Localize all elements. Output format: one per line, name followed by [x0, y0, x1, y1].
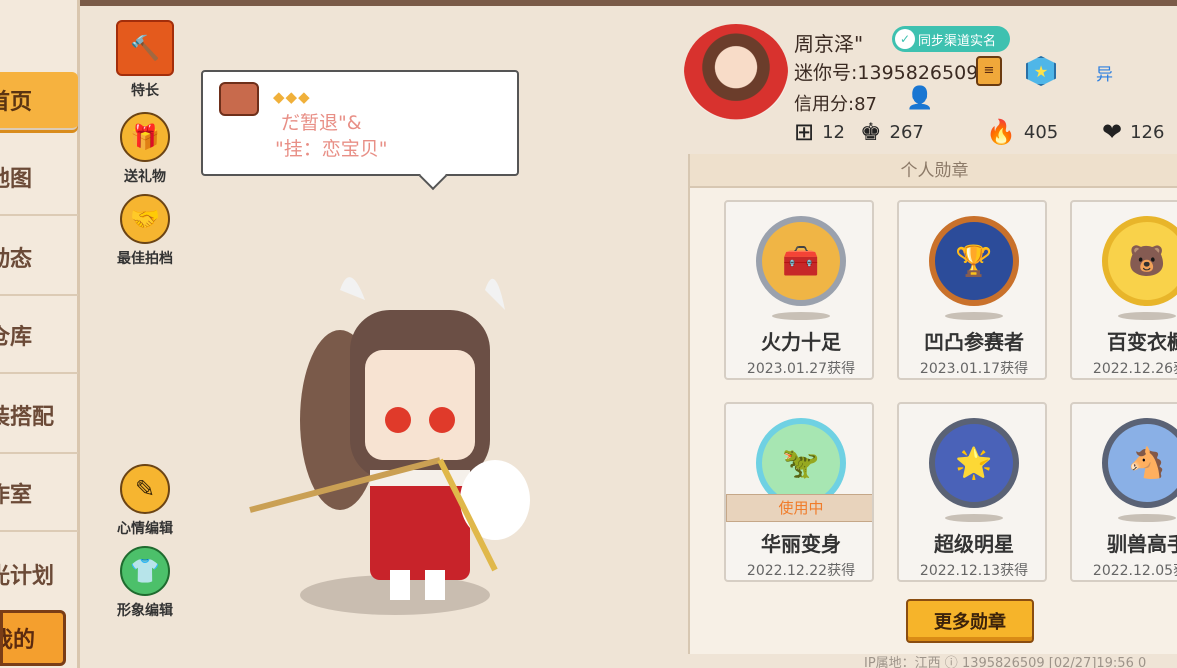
shirt-icon: 👕	[120, 546, 170, 596]
more-medals-button[interactable]: 更多勋章	[906, 599, 1034, 643]
medals-panel: 个人勋章 🧰 火力十足 2023.01.27获得 🏆 凹凸参赛者 2023.01…	[688, 154, 1177, 654]
nav-item-mine[interactable]: 我的	[0, 610, 66, 666]
mood-line-1: だ暂退"&	[281, 112, 362, 134]
gift-button[interactable]: 🎁 送礼物	[110, 112, 180, 186]
specialty-button[interactable]: 🔨 特长	[110, 20, 180, 100]
medal-card[interactable]: 🏆 凹凸参赛者 2023.01.17获得	[897, 200, 1047, 380]
nav-item-warehouse[interactable]: 仓库	[0, 298, 78, 374]
best-shot-label: 最佳拍档	[117, 251, 173, 267]
chest-icon	[219, 82, 259, 116]
medal-card[interactable]: 🐴 驯兽高手 2022.12.05获得	[1070, 402, 1177, 582]
gems-icon: ◆◆◆	[273, 88, 311, 106]
nav-item-outfit[interactable]: 装搭配	[0, 378, 78, 454]
nav-item-plan[interactable]: 光计划	[0, 536, 78, 612]
medal-card[interactable]: 🦖 使用中 华丽变身 2022.12.22获得	[724, 402, 874, 582]
fans-icon: ♚	[860, 118, 882, 146]
stat-likes[interactable]: ❤ 126	[1102, 118, 1164, 146]
avatar-character[interactable]	[240, 270, 550, 620]
copy-icon[interactable]: ≡	[976, 56, 1002, 86]
flame-icon: 🔥	[986, 118, 1016, 146]
treasure-medal-icon: 🧰	[756, 216, 846, 306]
user-credit-icon[interactable]: 👤	[906, 86, 933, 114]
medal-card[interactable]: 🧰 火力十足 2023.01.27获得	[724, 200, 874, 380]
specialty-label: 特长	[131, 83, 159, 99]
user-check-icon: ✓	[895, 29, 915, 49]
mood-line-2: "挂：恋宝贝"	[275, 138, 388, 160]
gift-label: 送礼物	[124, 169, 166, 185]
top-border	[0, 0, 1177, 6]
nav-item-map[interactable]: 地图	[0, 140, 78, 216]
credit-score: 信用分:87	[794, 94, 877, 115]
hammer-icon: 🔨	[116, 20, 174, 76]
image-edit-label: 形象编辑	[117, 603, 173, 619]
level-star-icon[interactable]: ★	[1026, 56, 1056, 86]
username: 周京泽"	[794, 32, 864, 56]
left-nav: 首页 地图 动态 仓库 装搭配 作室 光计划 我的	[0, 0, 80, 668]
avatar[interactable]	[684, 24, 788, 120]
yi-link[interactable]: 异	[1096, 60, 1113, 85]
stat-friends[interactable]: ⊞ 12	[794, 118, 845, 146]
add-friend-icon: ⊞	[794, 118, 815, 146]
footer-info: IP属地：江西 ⓘ 1395826509 [02/27]19:56 0	[864, 656, 1147, 668]
mood-edit-label: 心情编辑	[117, 521, 173, 537]
nav-item-home[interactable]: 首页	[0, 72, 78, 130]
heart-icon: ❤	[1102, 118, 1123, 146]
wardrobe-medal-icon: 🐻	[1102, 216, 1177, 306]
realname-badge[interactable]: ✓ 同步渠道实名	[892, 26, 1010, 52]
edit-icon: ✎	[120, 464, 170, 514]
medal-card[interactable]: 🌟 超级明星 2022.12.13获得	[897, 402, 1047, 582]
profile-header: 周京泽" ✓ 同步渠道实名 迷你号:1395826509 ≡ ★ 异 信用分:8…	[684, 20, 1177, 150]
star-medal-icon: 🌟	[929, 418, 1019, 508]
mood-bubble: ◆◆◆ だ暂退"& "挂：恋宝贝"	[201, 70, 519, 176]
mini-id: 迷你号:1395826509	[794, 62, 979, 84]
trophy-medal-icon: 🏆	[929, 216, 1019, 306]
handshake-icon: 🤝	[120, 194, 170, 244]
medals-title: 个人勋章	[690, 154, 1177, 188]
stat-heat[interactable]: 🔥 405	[986, 118, 1058, 146]
nav-item-studio[interactable]: 作室	[0, 456, 78, 532]
tamer-medal-icon: 🐴	[1102, 418, 1177, 508]
gift-icon: 🎁	[120, 112, 170, 162]
image-edit-button[interactable]: 👕 形象编辑	[110, 546, 180, 620]
mood-edit-button[interactable]: ✎ 心情编辑	[110, 464, 180, 538]
in-use-badge: 使用中	[726, 494, 872, 522]
medal-card[interactable]: 🐻 百变衣橱 2022.12.26获得	[1070, 200, 1177, 380]
best-shot-button[interactable]: 🤝 最佳拍档	[110, 194, 180, 268]
stat-fans[interactable]: ♚ 267	[860, 118, 924, 146]
nav-item-feed[interactable]: 动态	[0, 220, 78, 296]
